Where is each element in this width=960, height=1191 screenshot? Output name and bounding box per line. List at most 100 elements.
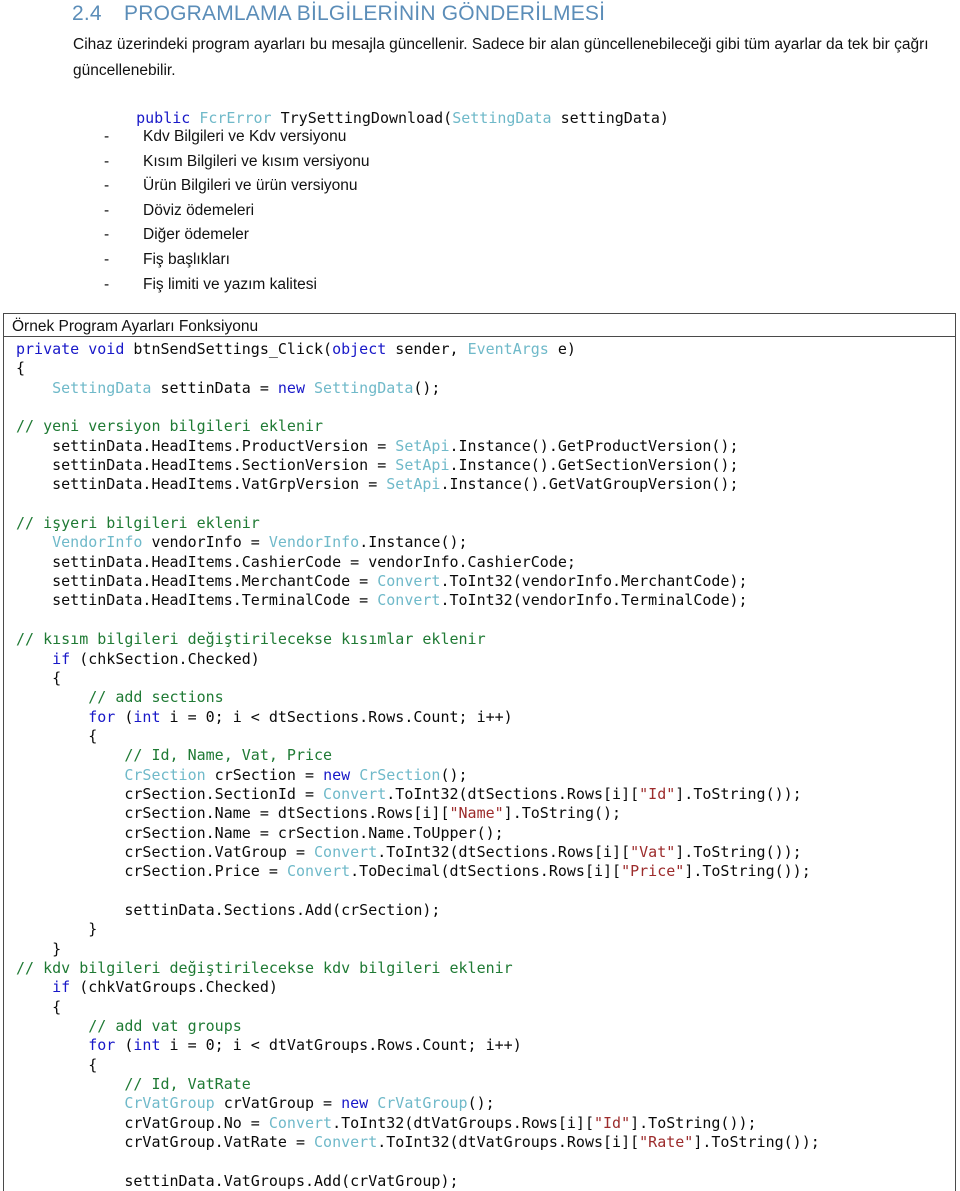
- signature-param-name: settingData): [551, 109, 669, 127]
- code-token: crVatGroup.No =: [16, 1113, 269, 1132]
- code-token: for: [88, 1036, 116, 1055]
- code-token: SetApi: [386, 475, 441, 494]
- code-token: settinData.HeadItems.CashierCode = vendo…: [16, 552, 576, 571]
- signature-modifier: public: [136, 109, 191, 127]
- code-line: if (chkVatGroups.Checked): [4, 978, 955, 997]
- list-item-label: Fiş başlıkları: [143, 250, 230, 268]
- code-line: for (int i = 0; i < dtVatGroups.Rows.Cou…: [4, 1036, 955, 1055]
- code-token: {: [16, 726, 98, 745]
- code-token: "Vat": [630, 842, 676, 861]
- code-line: crSection.VatGroup = Convert.ToInt32(dtS…: [4, 843, 955, 862]
- code-token: (chkSection.Checked): [70, 649, 260, 668]
- list-bullet-dash: -: [104, 250, 110, 268]
- code-token: {: [16, 1055, 98, 1074]
- code-token: "Name": [449, 804, 504, 823]
- code-token: SettingData: [314, 378, 414, 397]
- list-item-label: Döviz ödemeleri: [143, 201, 255, 219]
- code-line: {: [4, 727, 955, 746]
- code-token: settinData.HeadItems.ProductVersion =: [16, 436, 396, 455]
- code-token: crSection.Name = dtSections.Rows[i][: [16, 804, 450, 823]
- code-token: ].ToString());: [684, 862, 811, 881]
- code-token: // add vat groups: [88, 1017, 242, 1036]
- list-item-label: Fiş limiti ve yazım kalitesi: [143, 275, 317, 293]
- list-item: - Fiş limiti ve yazım kalitesi: [104, 276, 624, 301]
- code-token: .Instance();: [359, 533, 468, 552]
- code-token: EventArgs: [467, 340, 549, 358]
- list-bullet-dash: -: [104, 152, 110, 170]
- list-item-label: Ürün Bilgileri ve ürün versiyonu: [143, 177, 358, 195]
- list-bullet-dash: -: [104, 226, 110, 244]
- code-line: // add vat groups: [4, 1017, 955, 1036]
- code-token: new: [277, 378, 305, 397]
- code-token: CrVatGroup: [377, 1094, 468, 1113]
- code-token: {: [16, 668, 62, 687]
- code-line: CrSection crSection = new CrSection();: [4, 766, 955, 785]
- code-sample-caption: Örnek Program Ayarları Fonksiyonu: [4, 314, 955, 337]
- list-bullet-dash: -: [104, 177, 110, 195]
- list-item-label: Diğer ödemeler: [143, 226, 249, 244]
- code-line: // kdv bilgileri değiştirilecekse kdv bi…: [4, 959, 955, 978]
- list-item: - Diğer ödemeler: [104, 226, 624, 251]
- code-token: void: [88, 340, 125, 358]
- code-token: settinData.HeadItems.MerchantCode =: [16, 572, 378, 591]
- code-token: "Price": [621, 862, 685, 881]
- code-line: {: [4, 1056, 955, 1075]
- code-token: (: [115, 1036, 134, 1055]
- code-token: // kdv bilgileri değiştirilecekse kdv bi…: [16, 959, 513, 977]
- document-page: 2.4 PROGRAMLAMA BİLGİLERİNİN GÖNDERİLMESİ…: [0, 0, 960, 1191]
- code-token: // işyeri bilgileri eklenir: [16, 514, 260, 533]
- code-line: private void btnSendSettings_Click(objec…: [4, 340, 955, 359]
- code-line: }: [4, 920, 955, 939]
- code-token: object: [332, 340, 387, 358]
- code-line: }: [4, 940, 955, 959]
- code-token: ].ToString());: [675, 784, 802, 803]
- code-token: ();: [467, 1094, 495, 1113]
- code-token: }: [16, 920, 98, 939]
- code-line: crSection.Name = dtSections.Rows[i]["Nam…: [4, 804, 955, 823]
- code-token: }: [16, 939, 62, 958]
- code-token: ();: [440, 765, 468, 784]
- code-token: for: [88, 707, 116, 726]
- code-token: Convert: [314, 1133, 378, 1152]
- list-item-label: Kısım Bilgileri ve kısım versiyonu: [143, 152, 370, 170]
- code-line: settinData.HeadItems.TerminalCode = Conv…: [4, 591, 955, 610]
- code-token: "Rate": [639, 1133, 694, 1152]
- code-token: settinData.VatGroups.Add(crVatGroup);: [16, 1171, 459, 1190]
- code-token: Convert: [268, 1113, 333, 1132]
- code-line: // add sections: [4, 688, 955, 707]
- list-bullet-dash: -: [104, 275, 110, 293]
- code-line: {: [4, 998, 955, 1017]
- code-line: settinData.HeadItems.VatGrpVersion = Set…: [4, 475, 955, 494]
- signature-param-type: SettingData: [452, 109, 552, 127]
- code-line: // Id, VatRate: [4, 1075, 955, 1094]
- code-token: crSection.Price =: [16, 862, 287, 881]
- code-token: sender,: [386, 340, 468, 358]
- code-token: btnSendSettings_Click(: [124, 340, 333, 358]
- code-sample-body: private void btnSendSettings_Click(objec…: [4, 337, 955, 1191]
- code-token: CrVatGroup: [124, 1094, 215, 1113]
- code-token: settinData.HeadItems.SectionVersion =: [16, 456, 396, 475]
- code-token: i = 0; i < dtVatGroups.Rows.Count; i++): [160, 1036, 522, 1055]
- list-bullet-dash: -: [104, 201, 110, 219]
- code-line: SettingData settinData = new SettingData…: [4, 379, 955, 398]
- code-token: settinData.Sections.Add(crSection);: [16, 900, 441, 919]
- code-token: settinData.HeadItems.TerminalCode =: [16, 591, 378, 610]
- code-token: if: [52, 649, 71, 668]
- code-token: i = 0; i < dtSections.Rows.Count; i++): [160, 707, 513, 726]
- code-token: .ToDecimal(dtSections.Rows[i][: [350, 862, 622, 881]
- code-token: private: [16, 340, 80, 358]
- code-token: Convert: [377, 572, 441, 591]
- code-token: ].ToString());: [630, 1113, 757, 1132]
- code-token: .ToInt32(dtVatGroups.Rows[i][: [377, 1133, 640, 1152]
